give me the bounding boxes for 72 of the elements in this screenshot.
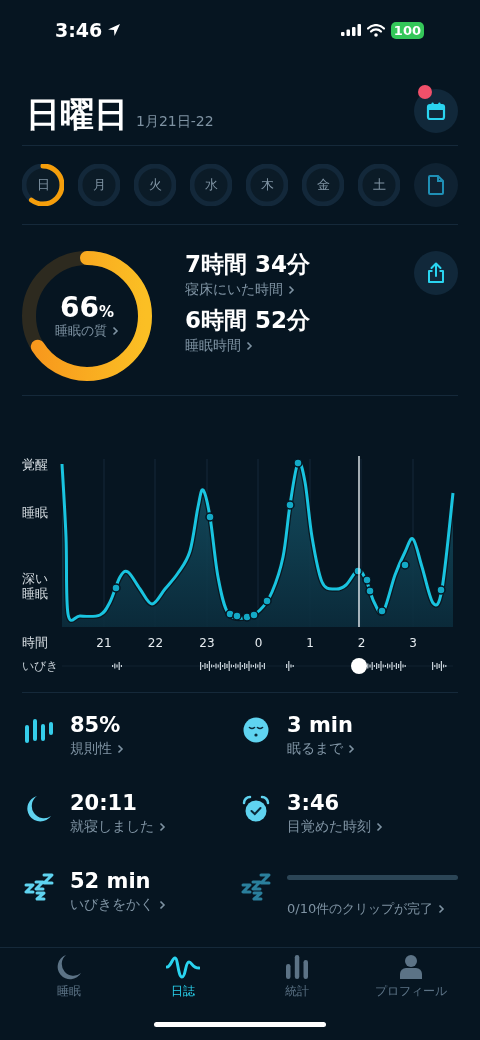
nav-tab[interactable]: プロフィール xyxy=(361,954,461,1012)
day-tab[interactable]: 金 xyxy=(302,164,344,207)
axis-label: 睡眠 xyxy=(22,505,48,520)
stat-value: 3 min xyxy=(287,713,354,739)
moon-icon xyxy=(56,954,82,980)
stat-value: 3:46 xyxy=(287,791,341,817)
moon-icon xyxy=(26,795,52,823)
calendar-icon xyxy=(426,101,446,122)
wifi-icon xyxy=(366,23,385,37)
stat-link[interactable]: 就寝しました xyxy=(70,818,241,837)
chevron-icon xyxy=(112,326,119,337)
sleeping-face-icon xyxy=(243,717,269,743)
share-button[interactable] xyxy=(414,251,458,296)
chevron-icon xyxy=(159,900,166,911)
snore-label: いびき xyxy=(22,659,58,673)
chevron-icon xyxy=(159,822,166,833)
day-tab[interactable]: 火 xyxy=(134,164,176,207)
chevron-icon xyxy=(117,744,124,755)
stat-link[interactable]: 0/10件のクリップが完了 xyxy=(287,900,458,918)
alarm-clock-icon xyxy=(242,795,270,823)
axis-label: 深い 睡眠 xyxy=(22,571,48,601)
axis-label: 2 xyxy=(357,636,366,650)
stat-link[interactable]: 目覚めた時刻 xyxy=(287,818,458,837)
axis-label: 22 xyxy=(147,636,164,650)
duration-value: 6時間 52分 xyxy=(185,306,311,335)
axis-label: 覚醒 xyxy=(22,457,48,472)
day-tab[interactable]: 土 xyxy=(358,164,400,207)
battery-indicator: 100 xyxy=(390,21,424,39)
signal-icon xyxy=(340,24,361,37)
person-icon xyxy=(399,954,423,980)
slider-handle[interactable] xyxy=(351,658,367,674)
zzz-icon xyxy=(24,873,54,901)
axis-title: 時間 xyxy=(22,635,48,650)
share-icon xyxy=(427,262,445,285)
chevron-icon xyxy=(288,284,295,295)
waveform-icon xyxy=(166,954,200,980)
chevron-icon xyxy=(438,904,446,914)
bars-icon xyxy=(24,717,54,745)
zzz-icon xyxy=(241,873,271,901)
day-tab[interactable]: 日 xyxy=(22,164,64,207)
day-tab[interactable]: 水 xyxy=(190,164,232,207)
axis-label: 3 xyxy=(409,636,417,650)
status-time: 3:46 xyxy=(55,19,103,42)
nav-tab[interactable]: 統計 xyxy=(247,954,347,1012)
duration-value: 7時間 34分 xyxy=(185,251,311,279)
location-arrow-icon xyxy=(107,23,122,38)
stat-value: 20:11 xyxy=(70,791,138,817)
chevron-icon xyxy=(348,744,355,755)
stat-link[interactable]: 規則性 xyxy=(70,740,241,759)
day-tab[interactable]: 木 xyxy=(246,164,288,207)
day-title: 日曜日 xyxy=(26,97,128,132)
stat-value: 85% xyxy=(70,713,122,739)
stat-value: 52 min xyxy=(70,869,152,895)
axis-label: 0 xyxy=(254,636,263,650)
day-tab[interactable]: 月 xyxy=(78,164,120,207)
date-range: 1月21日-22 xyxy=(136,113,214,132)
axis-label: 1 xyxy=(306,636,314,650)
chart-bars-icon xyxy=(285,954,309,980)
stat-link[interactable]: 眠るまで xyxy=(287,740,458,759)
chevron-icon xyxy=(376,822,383,833)
stat-link[interactable]: いびきをかく xyxy=(70,896,241,915)
chevron-icon xyxy=(246,340,253,351)
nav-tab[interactable]: 睡眠 xyxy=(19,954,119,1012)
document-icon xyxy=(428,175,444,196)
quality-link[interactable]: 睡眠の質 xyxy=(55,322,119,341)
quality-score: 66% xyxy=(60,292,114,323)
axis-label: 21 xyxy=(96,636,112,650)
duration-link[interactable]: 睡眠時間 xyxy=(185,336,311,355)
duration-link[interactable]: 寝床にいた時間 xyxy=(185,280,311,299)
axis-label: 23 xyxy=(199,636,215,650)
nav-tab[interactable]: 日誌 xyxy=(133,954,233,1012)
report-button[interactable] xyxy=(414,163,458,208)
